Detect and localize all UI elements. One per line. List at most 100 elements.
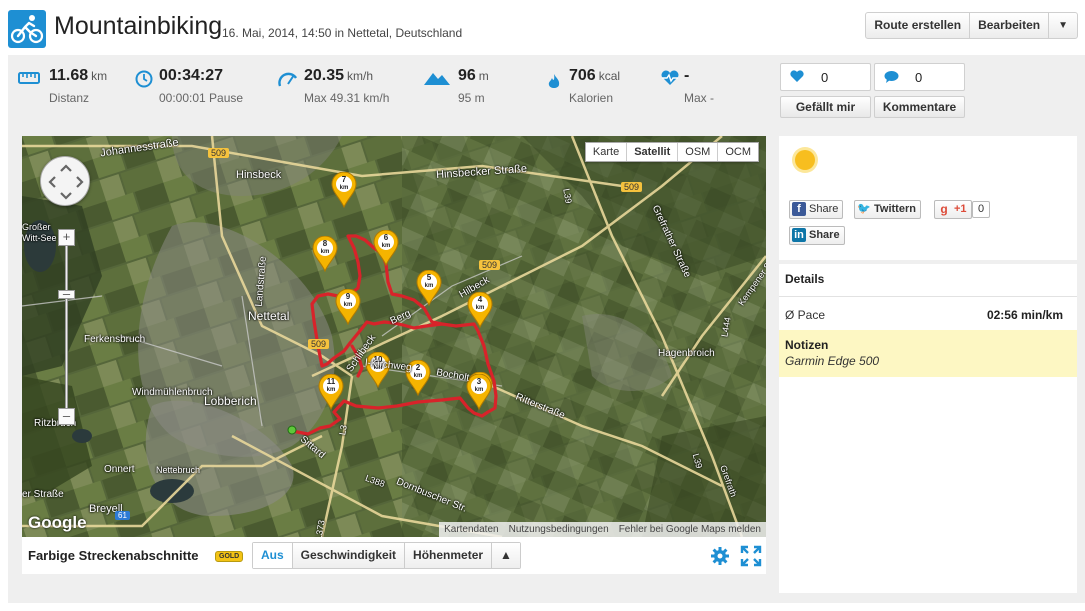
km-marker-3[interactable]: 3 km <box>466 373 492 411</box>
road-shield-61: 61 <box>115 511 130 520</box>
km-marker-6[interactable]: 6 km <box>373 229 399 267</box>
pan-control[interactable] <box>40 156 90 206</box>
gear-icon[interactable] <box>710 546 730 571</box>
km-marker-label: 7 km <box>339 175 349 192</box>
sun-icon <box>791 146 819 179</box>
facebook-share-label: Share <box>809 203 839 215</box>
zoom-slider-track[interactable] <box>65 239 68 417</box>
calories-label: Kalorien <box>569 91 614 105</box>
likes-count: 0 <box>821 70 829 85</box>
speedometer-icon <box>278 70 298 93</box>
map-label-er-strasse: er Straße <box>22 489 64 500</box>
gold-badge: GOLD <box>215 551 244 562</box>
notes-text: Garmin Edge 500 <box>785 354 880 368</box>
map-type-satellit[interactable]: Satellit <box>627 143 679 161</box>
speed-value: 20.35 <box>304 67 345 84</box>
stat-heart-rate: - Max - <box>684 67 714 105</box>
more-dropdown-button[interactable]: ▼ <box>1049 13 1077 38</box>
km-marker-label: 8 km <box>320 239 330 256</box>
distance-value: 11.68 <box>49 67 89 84</box>
report-error-link[interactable]: Fehler bei Google Maps melden <box>614 522 766 537</box>
segment-option-speed[interactable]: Geschwindigkeit <box>292 543 406 568</box>
calories-value: 706 <box>569 67 596 84</box>
gplus-count: 0 <box>972 201 991 218</box>
ruler-icon <box>18 70 40 91</box>
page-title: Mountainbiking <box>54 12 223 40</box>
map-label-windmuhlenbruch: Windmühlenbruch <box>132 387 213 398</box>
km-marker-label: 6 km <box>381 233 391 250</box>
km-marker-label: 5 km <box>424 273 434 290</box>
map-type-ocm[interactable]: OCM <box>718 143 758 161</box>
facebook-share-button[interactable]: f Share <box>789 200 844 219</box>
stat-distance: 11.68 km Distanz <box>49 67 107 105</box>
road-shield-509: 509 <box>308 339 330 349</box>
twitter-share-button[interactable]: 🐦 Twittern <box>854 200 921 219</box>
create-route-button[interactable]: Route erstellen <box>866 13 971 38</box>
map-label-lobberich: Lobberich <box>204 394 257 408</box>
heart-rate-value: - <box>684 67 690 84</box>
header-button-group: Route erstellen Bearbeiten ▼ <box>865 12 1078 39</box>
fullscreen-icon[interactable] <box>740 545 762 572</box>
map-label-hagenbroich: Hagenbroich <box>658 348 715 359</box>
map-type-osm[interactable]: OSM <box>678 143 719 161</box>
details-panel: Details Ø Pace 02:56 min/km Notizen Garm… <box>779 264 1077 593</box>
collapse-button[interactable]: ▲ <box>492 543 520 568</box>
km-marker-label: 3 km <box>474 377 484 394</box>
edit-button[interactable]: Bearbeiten <box>970 13 1050 38</box>
duration-value: 00:34:27 <box>159 67 224 84</box>
linkedin-share-label: Share <box>809 229 840 241</box>
zoom-in-button[interactable]: + <box>58 229 75 246</box>
distance-unit: km <box>91 69 108 83</box>
comments-button[interactable]: Kommentare <box>874 96 965 118</box>
map[interactable]: 1km2km3km4km5km6km7km8km9km10km11km Joha… <box>22 136 766 537</box>
map-type-karte[interactable]: Karte <box>586 143 628 161</box>
terms-link[interactable]: Nutzungsbedingungen <box>504 522 614 537</box>
calories-unit: kcal <box>598 69 621 83</box>
zoom-slider-handle[interactable]: – <box>58 287 75 300</box>
gplus-button[interactable]: g +1 <box>934 200 972 219</box>
app: Mountainbiking 16. Mai, 2014, 14:50 in N… <box>0 0 1085 611</box>
segment-color-bar: Farbige Streckenabschnitte GOLD Aus Gesc… <box>22 537 766 574</box>
km-marker-label: 9 km <box>343 292 353 309</box>
linkedin-share-button[interactable]: in Share <box>789 226 845 245</box>
max-speed-label: Max 49.31 km/h <box>304 91 390 105</box>
share-panel: f Share 🐦 Twittern g +1 0 in Share <box>779 136 1077 260</box>
details-divider <box>779 296 1077 297</box>
zoom-out-button[interactable]: – <box>58 408 75 425</box>
km-marker-11[interactable]: 11 km <box>318 373 344 411</box>
km-marker-9[interactable]: 9 km <box>335 288 361 326</box>
like-button[interactable]: Gefällt mir <box>780 96 871 118</box>
map-label-nettebruch: Nettebruch <box>156 465 201 475</box>
road-shield-509: 509 <box>621 182 643 192</box>
pan-arrows-icon <box>48 164 84 200</box>
km-marker-5[interactable]: 5 km <box>416 269 442 307</box>
segment-option-off[interactable]: Aus <box>253 543 293 568</box>
km-marker-4[interactable]: 4 km <box>467 291 493 329</box>
km-marker-8[interactable]: 8 km <box>312 235 338 273</box>
flame-icon <box>547 73 561 96</box>
heart-icon <box>790 70 804 86</box>
max-heart-rate-label: Max - <box>684 91 714 105</box>
cyclist-icon <box>8 10 46 48</box>
distance-label: Distanz <box>49 91 90 105</box>
segment-color-options: Aus Geschwindigkeit Höhenmeter ▲ <box>252 542 521 569</box>
details-title: Details <box>785 272 825 286</box>
linkedin-icon: in <box>792 228 806 243</box>
map-label-onnert: Onnert <box>104 464 135 475</box>
elevation-unit: m <box>478 69 489 83</box>
segment-option-elevation[interactable]: Höhenmeter <box>405 543 493 568</box>
map-type-switcher: Karte Satellit OSM OCM <box>584 142 759 162</box>
route-start-point <box>287 425 297 435</box>
speech-bubble-icon <box>884 70 899 86</box>
elevation-loss-label: 95 m <box>458 91 485 105</box>
segment-color-title: Farbige Streckenabschnitte <box>28 548 199 563</box>
stat-speed: 20.35 km/h Max 49.31 km/h <box>304 67 389 105</box>
map-label-hinsbeck: Hinsbeck <box>236 169 282 181</box>
map-data-link[interactable]: Kartendaten <box>439 522 504 537</box>
speed-unit: km/h <box>347 69 374 83</box>
km-marker-7[interactable]: 7 km <box>331 171 357 209</box>
pace-label: Ø Pace <box>785 308 826 322</box>
clock-icon <box>135 70 153 93</box>
google-logo: Google <box>28 513 87 532</box>
gplus-icon: g <box>940 202 948 217</box>
